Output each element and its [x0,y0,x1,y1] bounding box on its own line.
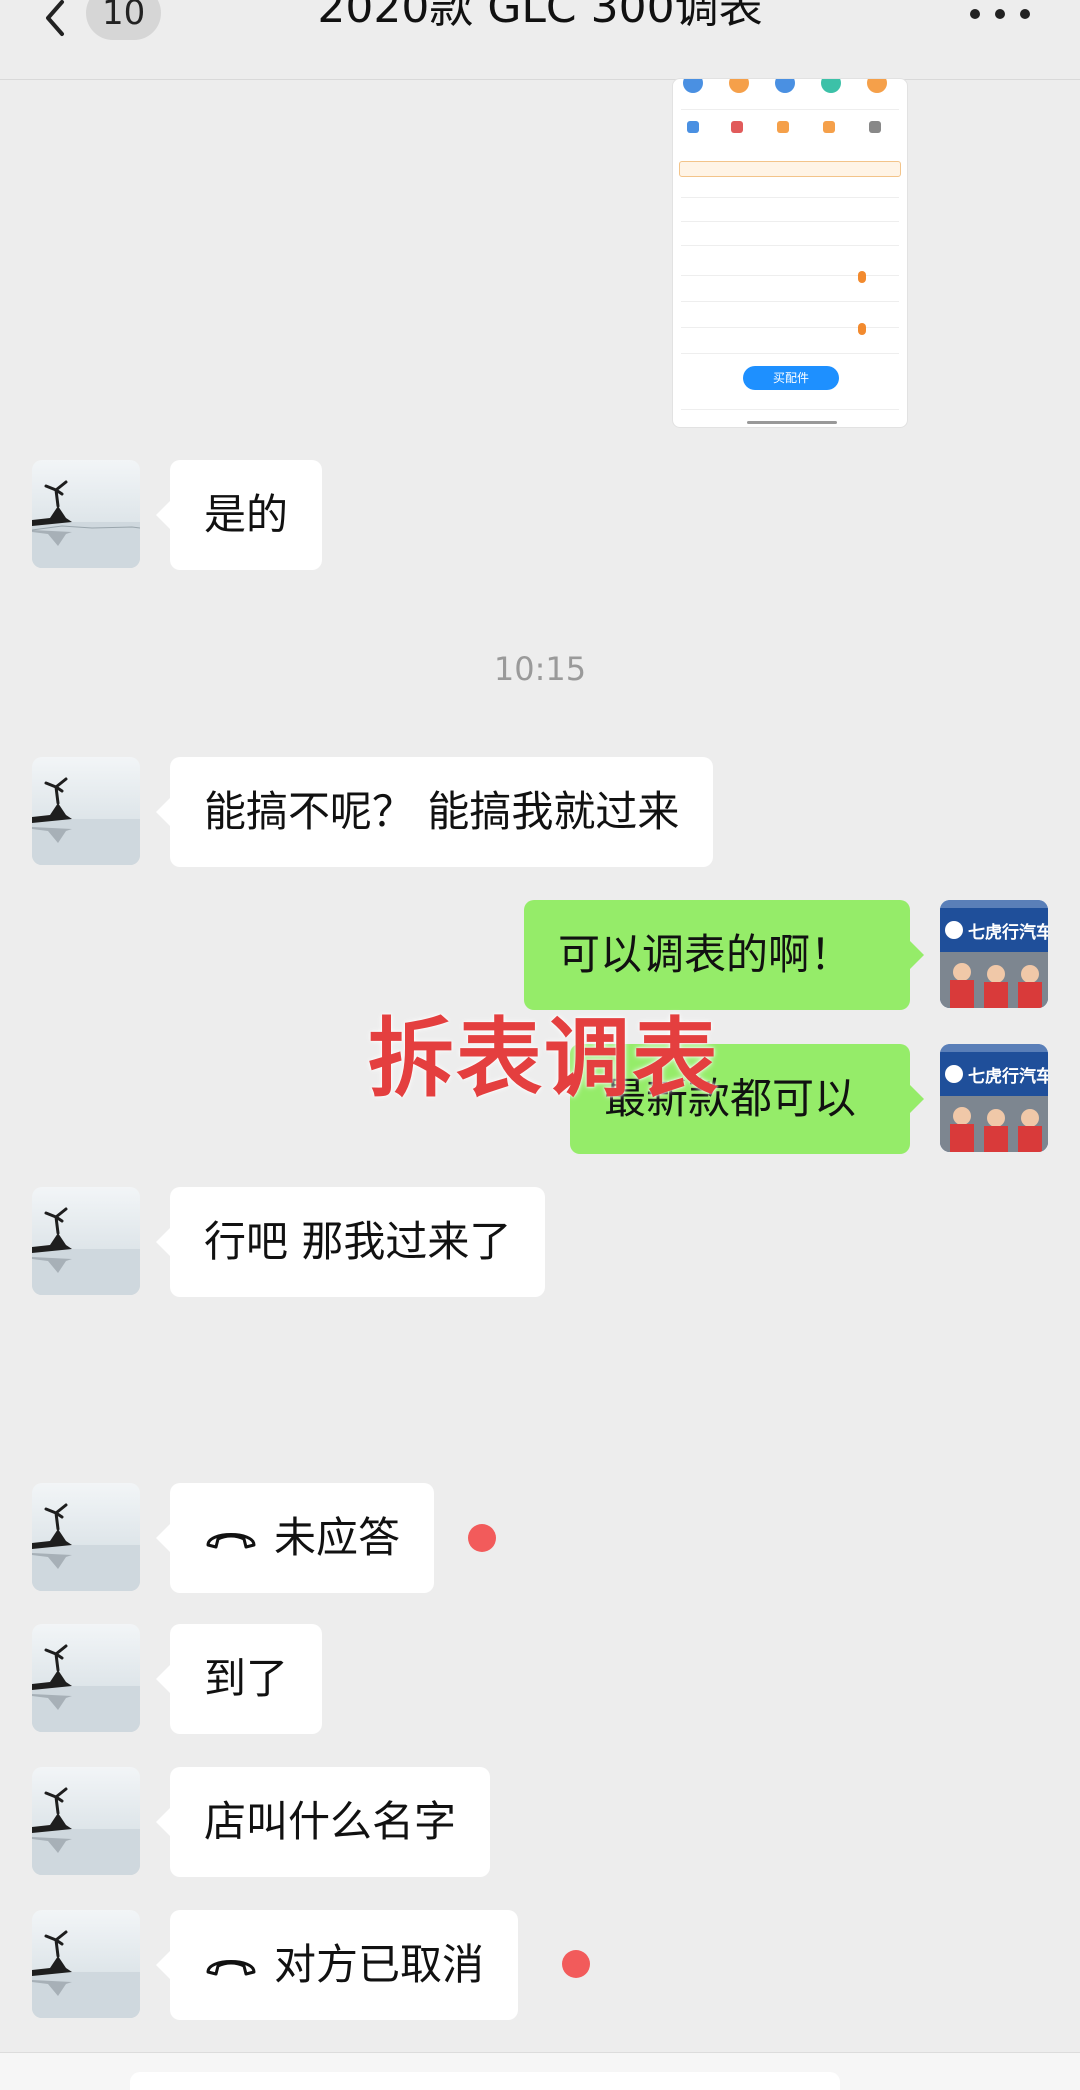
contact-avatar[interactable] [32,757,140,865]
shared-screenshot-image[interactable]: 买配件 [672,78,908,428]
message-bubble[interactable]: 能搞不呢？ 能搞我就过来 [155,757,714,867]
chat-header: 10 2020款 GLC 300调表 [0,0,1080,80]
my-avatar[interactable]: 七虎行汽车服务 [940,900,1048,1008]
contact-avatar[interactable] [32,1187,140,1295]
contact-avatar[interactable] [32,1910,140,2018]
message-bubble[interactable]: 店叫什么名字 [155,1767,491,1877]
call-record-bubble[interactable]: 对方已取消 [155,1910,519,2020]
overlay-caption: 拆表调表 [368,1009,720,1109]
call-status-label: 未应答 [274,1513,401,1562]
contact-avatar[interactable] [32,1767,140,1875]
message-input-field[interactable] [130,2072,840,2090]
contact-avatar[interactable] [32,460,140,568]
message-bubble[interactable]: 到了 [155,1624,323,1734]
phone-hangup-icon [206,1532,256,1548]
my-avatar[interactable]: 七虎行汽车服务 [940,1044,1048,1152]
call-status-label: 对方已取消 [274,1940,485,1989]
chat-title: 2020款 GLC 300调表 [317,0,763,33]
shop-sign-text: 七虎行汽车服务 [968,922,1048,943]
unread-red-dot [468,1524,496,1552]
message-bubble[interactable]: 行吧 那我过来了 [155,1187,546,1297]
more-options-icon[interactable] [970,4,1030,24]
buy-parts-button: 买配件 [743,366,839,390]
message-timestamp: 10:15 [493,650,587,688]
message-bubble[interactable]: 是的 [155,460,323,570]
contact-avatar[interactable] [32,1483,140,1591]
contact-avatar[interactable] [32,1624,140,1732]
shop-sign-text: 七虎行汽车服务 [968,1066,1048,1087]
unread-red-dot [562,1950,590,1978]
call-record-bubble[interactable]: 未应答 [155,1483,435,1593]
phone-hangup-icon [206,1959,256,1975]
